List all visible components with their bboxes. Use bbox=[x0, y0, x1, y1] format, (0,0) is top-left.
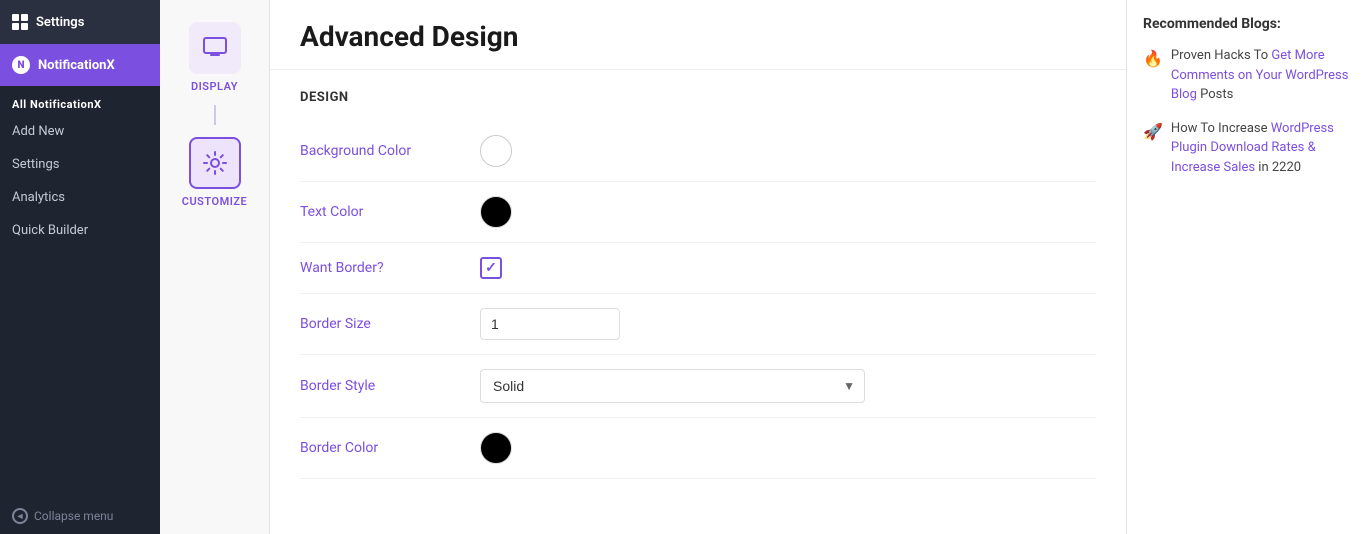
blog-item-1: 🔥 Proven Hacks To Get More Comments on Y… bbox=[1143, 46, 1350, 105]
brand-label: NotificationX bbox=[38, 58, 115, 73]
quick-builder-label: Quick Builder bbox=[12, 223, 88, 238]
collapse-label: Collapse menu bbox=[34, 509, 113, 523]
blog-item-2: 🚀 How To Increase WordPress Plugin Downl… bbox=[1143, 119, 1350, 178]
want-border-row: Want Border? ✓ bbox=[300, 243, 1096, 294]
border-style-wrapper: Solid Dashed Dotted Double ▼ bbox=[480, 369, 865, 403]
add-new-label: Add New bbox=[12, 124, 64, 139]
border-style-row: Border Style Solid Dashed Dotted Double … bbox=[300, 355, 1096, 418]
sidebar-item-add-new[interactable]: Add New bbox=[0, 115, 160, 148]
fire-emoji: 🔥 bbox=[1143, 47, 1163, 105]
sidebar-brand[interactable]: N NotificationX bbox=[0, 44, 160, 86]
rocket-emoji: 🚀 bbox=[1143, 120, 1163, 178]
text-color-picker[interactable] bbox=[480, 196, 512, 228]
customize-step-label: CUSTOMIZE bbox=[182, 195, 247, 208]
want-border-label: Want Border? bbox=[300, 260, 460, 276]
border-color-picker[interactable] bbox=[480, 432, 512, 464]
brand-icon: N bbox=[12, 56, 30, 74]
step-customize[interactable]: CUSTOMIZE bbox=[160, 125, 269, 220]
want-border-checkbox[interactable]: ✓ bbox=[480, 257, 502, 279]
analytics-label: Analytics bbox=[12, 190, 65, 205]
settings-nav-label: Settings bbox=[12, 157, 59, 172]
page-title: Advanced Design bbox=[300, 20, 1096, 53]
border-style-label: Border Style bbox=[300, 378, 460, 394]
sidebar-item-quick-builder[interactable]: Quick Builder bbox=[0, 214, 160, 247]
design-section: DESIGN Background Color Text Color Want … bbox=[270, 70, 1126, 499]
border-size-row: Border Size bbox=[300, 294, 1096, 355]
blog-text-1: Proven Hacks To Get More Comments on You… bbox=[1171, 46, 1350, 105]
border-size-input[interactable] bbox=[480, 308, 620, 340]
blog-link-2[interactable]: WordPress Plugin Download Rates & Increa… bbox=[1171, 121, 1334, 175]
border-style-select[interactable]: Solid Dashed Dotted Double bbox=[480, 369, 865, 403]
sidebar-item-settings[interactable]: Settings bbox=[0, 148, 160, 181]
background-color-picker[interactable] bbox=[480, 135, 512, 167]
main-header: Advanced Design bbox=[270, 0, 1126, 70]
collapse-menu-button[interactable]: ◄ Collapse menu bbox=[0, 498, 160, 534]
blog-text-2: How To Increase WordPress Plugin Downloa… bbox=[1171, 119, 1350, 178]
settings-label: Settings bbox=[36, 15, 84, 30]
border-color-row: Border Color bbox=[300, 418, 1096, 479]
display-icon-box bbox=[189, 22, 241, 74]
text-color-row: Text Color bbox=[300, 182, 1096, 243]
sidebar-section-title: All NotificationX bbox=[0, 86, 160, 115]
sidebar-item-analytics[interactable]: Analytics bbox=[0, 181, 160, 214]
design-section-title: DESIGN bbox=[300, 90, 1096, 105]
sidebar-settings-item[interactable]: Settings bbox=[0, 0, 160, 44]
main-content: Advanced Design DESIGN Background Color … bbox=[270, 0, 1126, 534]
background-color-row: Background Color bbox=[300, 121, 1096, 182]
display-icon bbox=[201, 34, 229, 62]
border-color-label: Border Color bbox=[300, 440, 460, 456]
text-color-label: Text Color bbox=[300, 204, 460, 220]
collapse-icon: ◄ bbox=[12, 508, 28, 524]
grid-icon bbox=[12, 14, 28, 30]
recommended-blogs-title: Recommended Blogs: bbox=[1143, 16, 1350, 32]
sidebar: Settings N NotificationX All Notificatio… bbox=[0, 0, 160, 534]
step-navigation: DISPLAY CUSTOMIZE bbox=[160, 0, 270, 534]
step-display[interactable]: DISPLAY bbox=[160, 10, 269, 105]
right-sidebar: Recommended Blogs: 🔥 Proven Hacks To Get… bbox=[1126, 0, 1366, 534]
display-step-label: DISPLAY bbox=[191, 80, 238, 93]
customize-icon-box bbox=[189, 137, 241, 189]
border-size-label: Border Size bbox=[300, 316, 460, 332]
blog-link-1[interactable]: Get More Comments on Your WordPress Blog bbox=[1171, 48, 1349, 102]
customize-icon bbox=[201, 149, 229, 177]
sidebar-menu: Add New Settings Analytics Quick Builder bbox=[0, 115, 160, 247]
step-connector bbox=[214, 105, 216, 125]
background-color-label: Background Color bbox=[300, 143, 460, 159]
